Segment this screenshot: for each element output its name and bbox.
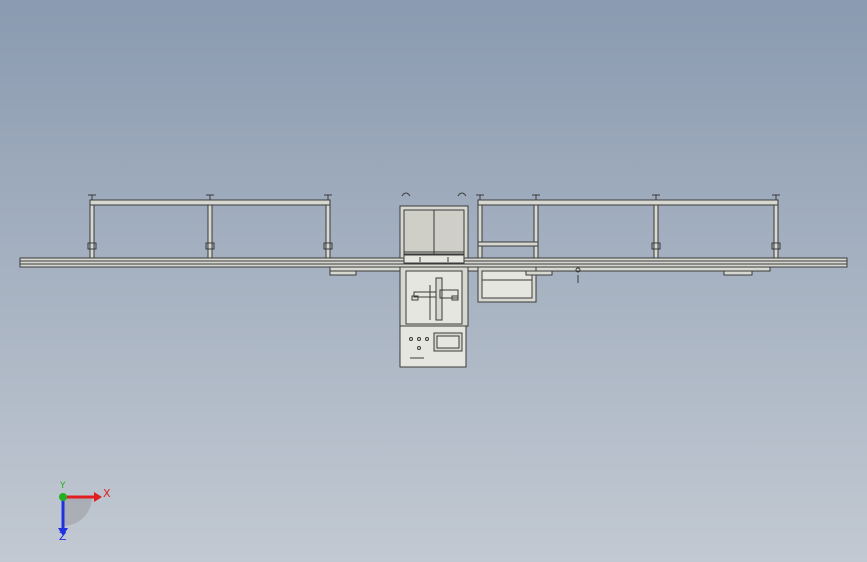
machine-drawing [19, 192, 848, 536]
cutting-head-housing [399, 192, 469, 264]
machine-body [399, 266, 469, 327]
left-guard-frame [87, 194, 333, 259]
y-axis-label: Y [60, 481, 66, 491]
cad-viewport[interactable]: X Y Z [0, 0, 867, 562]
z-axis-label: Z [59, 530, 67, 543]
x-axis-label: X [103, 487, 111, 500]
control-cabinet [399, 325, 467, 368]
x-axis-arrowhead [94, 492, 102, 502]
y-axis-dot [59, 493, 67, 501]
right-guard-frame [476, 194, 781, 259]
